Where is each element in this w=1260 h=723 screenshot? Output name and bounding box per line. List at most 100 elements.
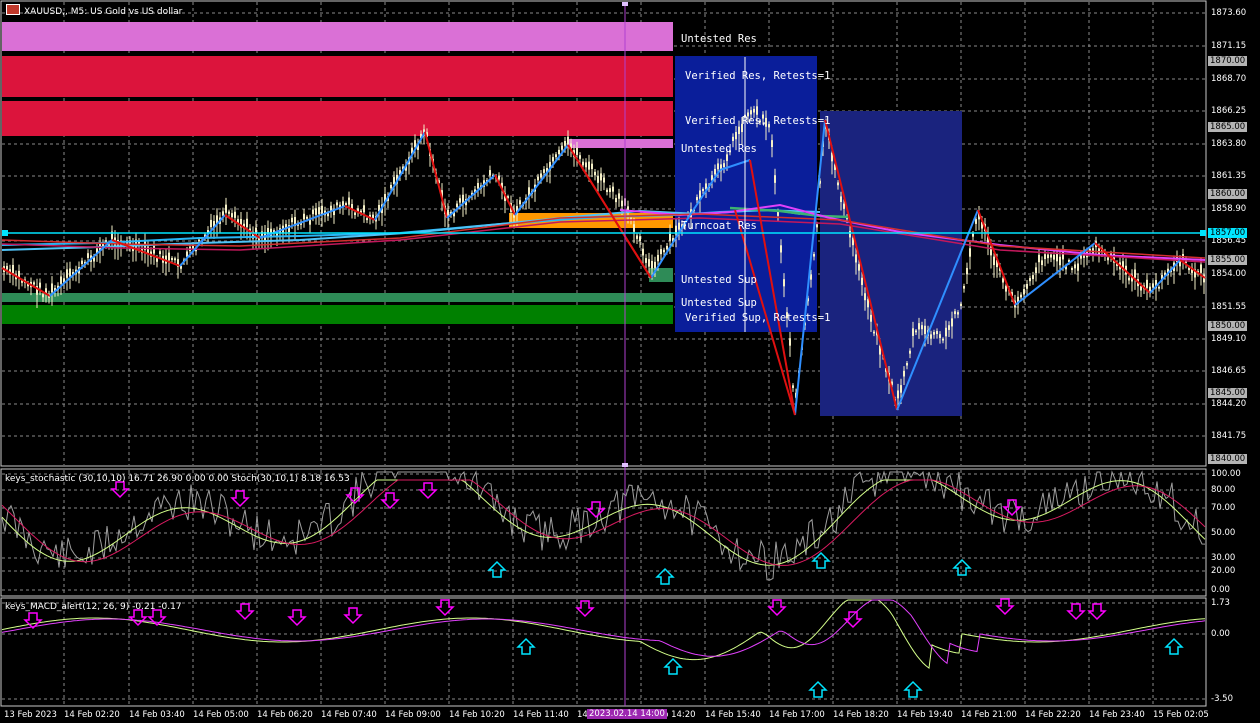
candle-body — [735, 131, 737, 140]
blue-range-box — [820, 111, 962, 416]
candle-body — [771, 140, 773, 147]
candle-body — [714, 168, 716, 175]
candle-body — [837, 182, 839, 186]
candle-body — [1107, 257, 1109, 261]
candle-body — [210, 219, 212, 228]
candle-body — [840, 196, 842, 203]
candle-body — [1032, 275, 1034, 280]
sell-arrow-icon — [1087, 603, 1107, 621]
candle-body — [345, 203, 347, 206]
time-label: 14 Feb 23:40 — [1089, 710, 1145, 720]
candle-body — [597, 176, 599, 183]
candle-body — [414, 140, 416, 148]
sell-arrow-icon — [110, 481, 130, 499]
candle-body — [732, 136, 734, 141]
candle-body — [1134, 269, 1136, 278]
price-tick: 1863.80 — [1211, 139, 1247, 149]
time-label: 14 Feb 22:20 — [1025, 710, 1081, 720]
candle-body — [372, 214, 374, 219]
time-label: b 14:20 — [663, 710, 696, 720]
time-label: 14 Feb 05:00 — [193, 710, 249, 720]
candle-body — [168, 252, 170, 261]
stoch-level: 50.00 — [1211, 528, 1236, 538]
candle-body — [69, 268, 71, 277]
price-tick: 1854.00 — [1211, 269, 1247, 279]
candle-body — [942, 338, 944, 341]
candle-body — [594, 171, 596, 176]
sell-arrow-icon — [995, 598, 1015, 616]
window-title-bar: XAUUSD,, M5: US Gold vs US dollar — [6, 4, 182, 17]
candle-body — [579, 155, 581, 159]
chart-window-icon — [6, 4, 20, 15]
candle-body — [924, 325, 926, 335]
candle-body — [171, 257, 173, 260]
candle-body — [156, 258, 158, 262]
candle-body — [543, 169, 545, 173]
verified-res-zone — [2, 101, 673, 136]
candle-body — [6, 265, 8, 270]
candle-body — [582, 161, 584, 166]
candle-body — [930, 334, 932, 339]
candle-body — [588, 161, 590, 170]
candle-body — [393, 177, 395, 185]
candle-body — [654, 261, 656, 268]
price-tick: 1861.35 — [1211, 171, 1247, 181]
price-level-tag: 1855.00 — [1208, 255, 1248, 265]
candle-body — [537, 176, 539, 181]
time-label: 14 Feb 11:40 — [513, 710, 569, 720]
price-tick: 1844.20 — [1211, 399, 1247, 409]
candle-body — [993, 256, 995, 266]
candle-body — [1146, 279, 1148, 288]
candle-body — [912, 328, 914, 336]
macd-level: -3.50 — [1211, 694, 1233, 704]
candle-body — [951, 318, 953, 327]
candle-body — [966, 267, 968, 275]
candle-body — [477, 183, 479, 189]
time-label: 14 Feb 06:20 — [257, 710, 313, 720]
candle-body — [753, 108, 755, 113]
candle-body — [858, 264, 860, 271]
buy-arrow-icon — [516, 637, 536, 655]
chart-canvas[interactable] — [0, 0, 1260, 723]
candle-body — [390, 184, 392, 189]
candle-body — [777, 211, 779, 216]
candle-body — [945, 327, 947, 337]
candle-body — [1038, 254, 1040, 263]
candle-body — [519, 200, 521, 205]
zigzag-segment — [224, 214, 261, 239]
candle-body — [540, 173, 542, 178]
candle-body — [42, 294, 44, 298]
time-label: 15 Feb 02:05 — [1153, 710, 1209, 720]
candle-body — [615, 198, 617, 203]
crosshair-time-tag: 2023.02.14 14:00 — [587, 709, 667, 719]
candle-body — [1200, 264, 1202, 273]
candle-body — [1071, 267, 1073, 270]
candle-body — [363, 205, 365, 213]
price-tick: 1849.10 — [1211, 334, 1247, 344]
candle-body — [81, 260, 83, 265]
price-line-handle — [1200, 230, 1206, 236]
price-level-tag: 1850.00 — [1208, 321, 1248, 331]
buy-arrow-icon — [1164, 637, 1184, 655]
buy-arrow-icon — [663, 657, 683, 675]
candle-body — [1044, 254, 1046, 260]
candle-body — [726, 154, 728, 161]
price-axis[interactable]: 1873.60 1871.15 1868.70 1866.25 1863.80 … — [1207, 0, 1260, 723]
candle-body — [1050, 254, 1052, 258]
crosshair-handle — [622, 2, 628, 6]
candle-body — [939, 334, 941, 338]
stoch-level: 80.00 — [1211, 485, 1236, 495]
candle-body — [246, 218, 248, 228]
candle-body — [666, 245, 668, 250]
candle-body — [903, 370, 905, 377]
candle-body — [318, 207, 320, 215]
candle-body — [159, 251, 161, 255]
candle-body — [612, 186, 614, 192]
candle-body — [861, 277, 863, 285]
zone-label: Untested Sup — [681, 274, 757, 286]
buy-arrow-icon — [808, 680, 828, 698]
candle-body — [960, 303, 962, 306]
candle-body — [870, 314, 872, 322]
candle-body — [33, 282, 35, 285]
candle-body — [621, 200, 623, 207]
